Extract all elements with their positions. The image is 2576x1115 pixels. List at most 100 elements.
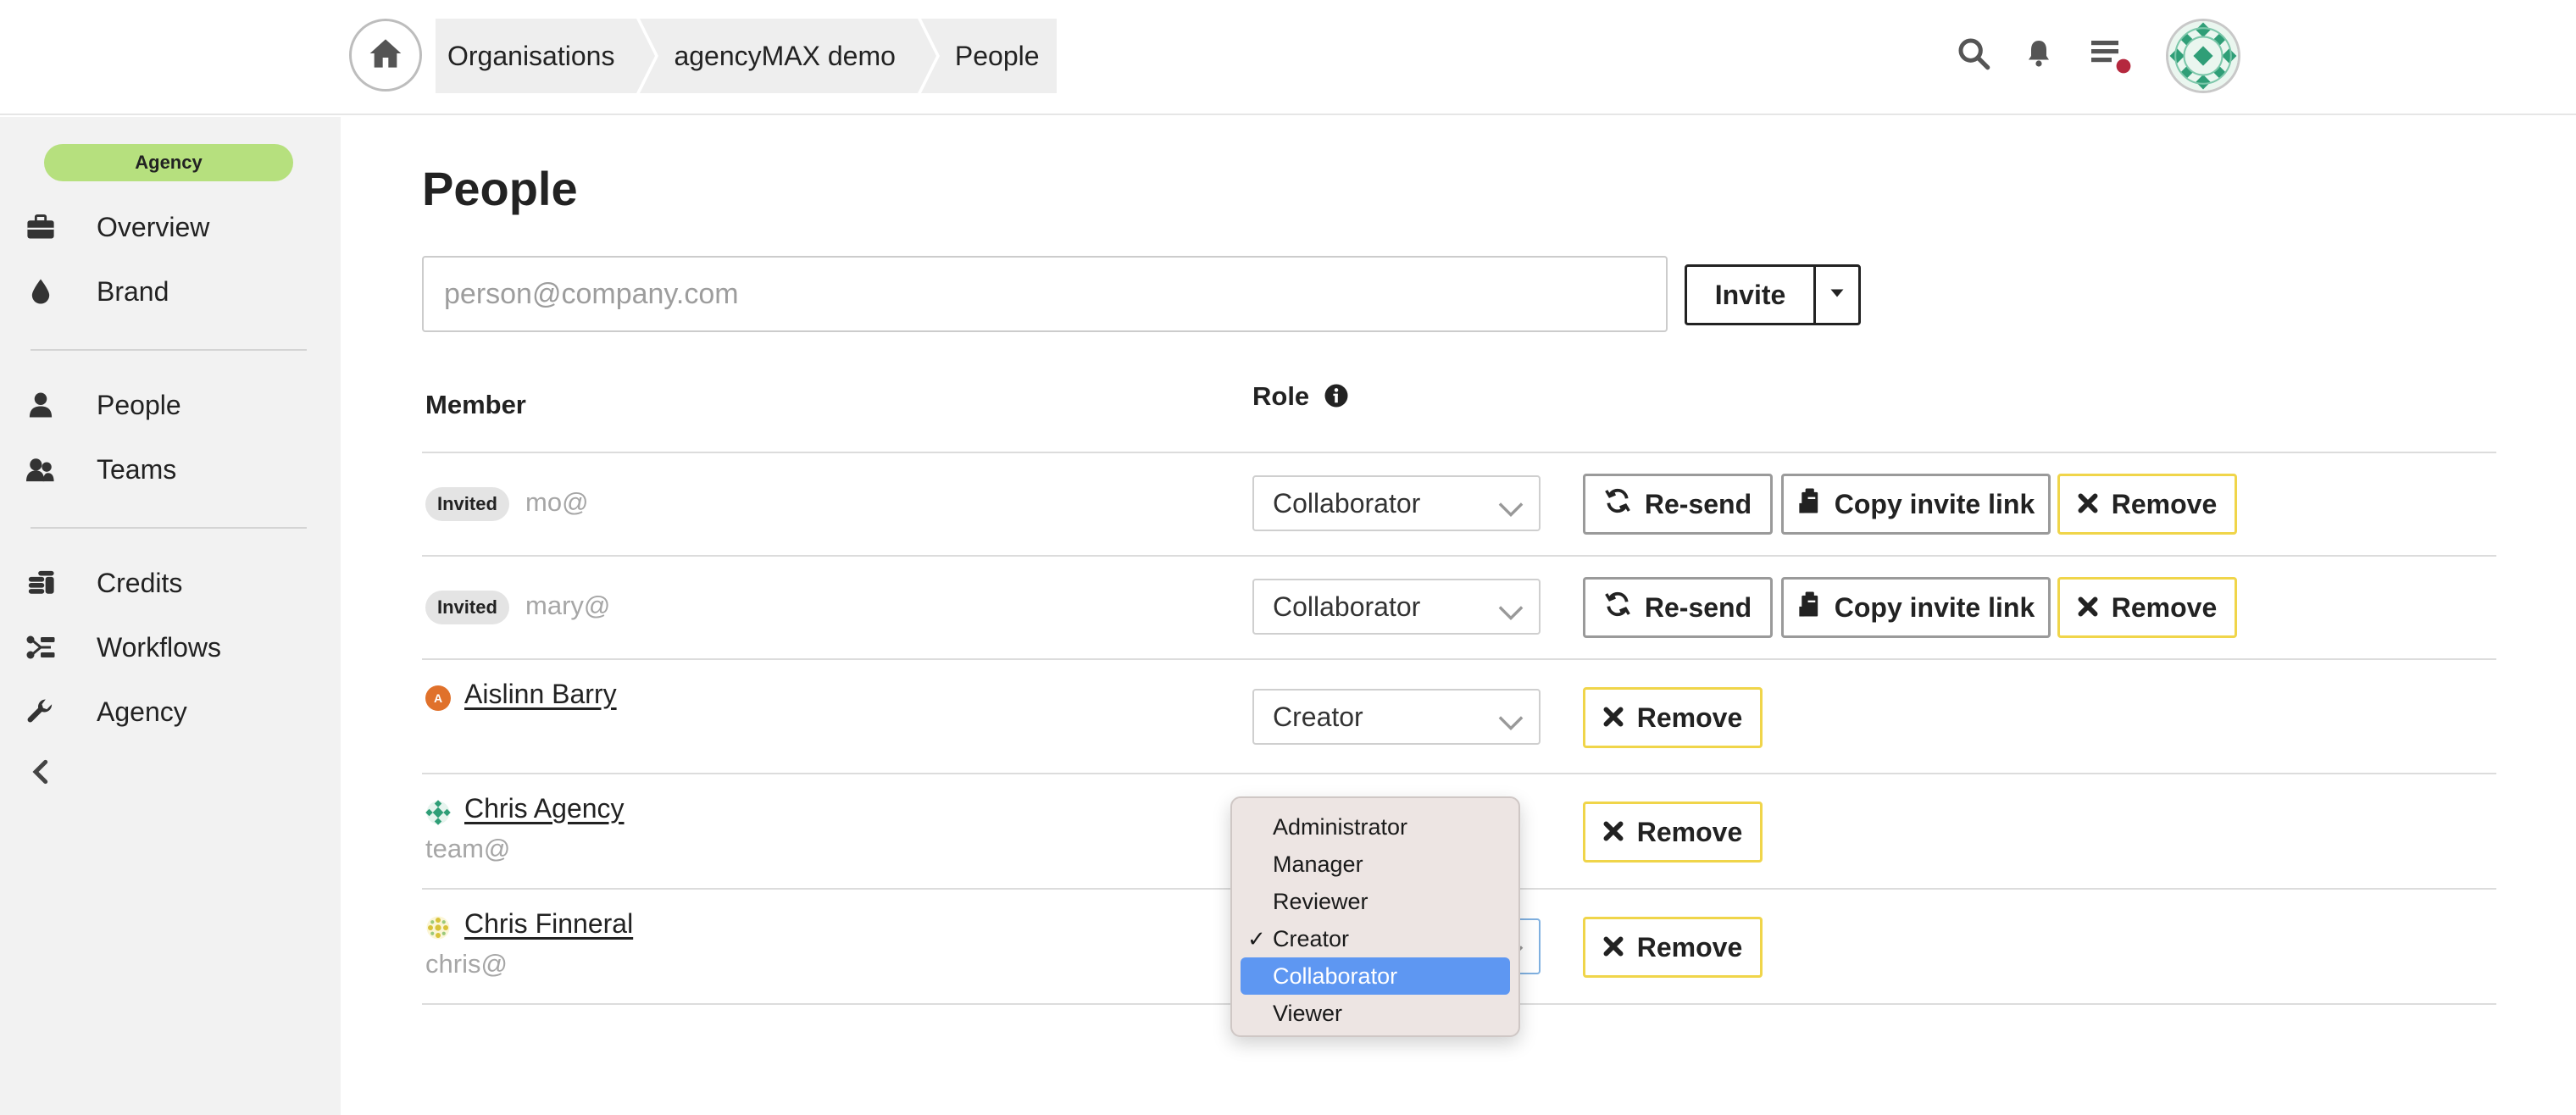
sidebar-item-label: Credits [97, 567, 183, 598]
column-header-member: Member [425, 390, 526, 419]
role-option-label: Reviewer [1273, 888, 1368, 914]
agency-badge: Agency [44, 144, 293, 181]
briefcase-icon [24, 210, 58, 244]
role-select[interactable]: Creator [1252, 689, 1541, 745]
remove-button[interactable]: Remove [2057, 577, 2237, 638]
copy-invite-link-label: Copy invite link [1834, 591, 2035, 623]
role-option-creator[interactable]: ✓ Creator [1241, 920, 1510, 957]
remove-button[interactable]: Remove [1583, 917, 1763, 978]
search-icon[interactable] [1954, 34, 1993, 73]
breadcrumb-label: Organisations [447, 40, 615, 71]
copy-invite-link-button[interactable]: Copy invite link [1781, 474, 2051, 535]
page-title: People [422, 162, 578, 215]
clipboard-icon [1797, 591, 1821, 624]
sidebar-item-brand[interactable]: Brand [0, 266, 341, 317]
role-select[interactable]: Collaborator [1252, 475, 1541, 531]
top-bar: Organisations agencyMAX demo People [0, 0, 2576, 115]
sidebar-item-overview[interactable]: Overview [0, 202, 341, 252]
breadcrumb-label: agencyMAX demo [674, 40, 896, 71]
role-select-value: Collaborator [1273, 591, 1421, 622]
home-button[interactable] [349, 19, 422, 92]
sidebar-item-label: Agency [97, 696, 187, 727]
member-email: chris@ [425, 949, 508, 979]
task-list-icon[interactable] [2088, 34, 2135, 76]
remove-label: Remove [1636, 816, 1743, 847]
user-avatar[interactable] [2166, 19, 2240, 93]
close-icon [2078, 592, 2098, 624]
remove-label: Remove [1636, 931, 1743, 962]
drop-icon [24, 275, 58, 308]
refresh-icon [1604, 591, 1631, 624]
resend-button[interactable]: Re-send [1583, 577, 1773, 638]
invite-email-input[interactable] [422, 256, 1668, 332]
info-icon[interactable] [1324, 383, 1349, 408]
role-option-collaborator[interactable]: Collaborator [1241, 957, 1510, 995]
sidebar-item-agency[interactable]: Agency [0, 686, 341, 737]
caret-down-icon [1829, 287, 1845, 302]
member-name-link[interactable]: Chris Finneral [464, 908, 633, 940]
sidebar-divider [31, 527, 307, 529]
member-email: mary@ [525, 591, 611, 620]
member-name-link[interactable]: Chris Agency [464, 793, 625, 824]
person-icon [24, 388, 58, 422]
column-header-role: Role [1252, 381, 1310, 411]
role-option-label: Creator [1273, 925, 1350, 951]
copy-invite-link-button[interactable]: Copy invite link [1781, 577, 2051, 638]
invite-button[interactable]: Invite [1687, 267, 1816, 323]
breadcrumb-people[interactable]: People [920, 19, 1057, 93]
bell-icon[interactable] [2022, 34, 2056, 73]
role-option-administrator[interactable]: Administrator [1241, 808, 1510, 846]
sidebar-item-teams[interactable]: Teams [0, 444, 341, 495]
sidebar-item-label: Workflows [97, 631, 221, 663]
breadcrumb-agency[interactable]: agencyMAX demo [640, 19, 941, 93]
sidebar-item-credits[interactable]: Credits [0, 558, 341, 608]
role-option-label: Collaborator [1273, 962, 1398, 989]
role-option-label: Administrator [1273, 813, 1408, 840]
workflow-icon [24, 630, 58, 664]
checkmark-icon: ✓ [1247, 925, 1266, 951]
role-option-viewer[interactable]: Viewer [1241, 995, 1510, 1032]
sidebar-item-label: Teams [97, 453, 177, 485]
member-email: mo@ [525, 487, 589, 517]
table-row: Invited mary@ Collaborator Re-send Copy … [422, 557, 2496, 658]
close-icon [1603, 817, 1624, 848]
remove-button[interactable]: Remove [1583, 687, 1763, 748]
sidebar-item-people[interactable]: People [0, 380, 341, 430]
close-icon [1603, 702, 1624, 734]
avatar [425, 915, 451, 940]
role-option-manager[interactable]: Manager [1241, 846, 1510, 883]
chevron-down-icon [1498, 597, 1524, 629]
remove-label: Remove [2111, 488, 2218, 519]
remove-button[interactable]: Remove [1583, 802, 1763, 863]
copy-invite-link-label: Copy invite link [1834, 488, 2035, 519]
home-icon [369, 37, 402, 74]
role-option-label: Manager [1273, 851, 1363, 877]
avatar [425, 800, 451, 825]
sidebar-item-workflows[interactable]: Workflows [0, 622, 341, 673]
coins-icon [24, 566, 58, 600]
team-icon [24, 452, 58, 486]
resend-label: Re-send [1644, 488, 1752, 519]
member-email: team@ [425, 834, 511, 863]
role-dropdown-menu: Administrator Manager Reviewer ✓ Creator … [1230, 796, 1520, 1037]
member-name-link[interactable]: Aislinn Barry [464, 679, 617, 710]
sidebar: Agency Overview Brand People Teams Credi… [0, 117, 341, 1115]
remove-label: Remove [2111, 591, 2218, 623]
invited-badge: Invited [425, 487, 509, 521]
role-option-label: Viewer [1273, 1000, 1343, 1026]
table-row: Invited mo@ Collaborator Re-send Copy in… [422, 453, 2496, 555]
resend-button[interactable]: Re-send [1583, 474, 1773, 535]
role-select[interactable]: Collaborator [1252, 579, 1541, 635]
role-option-reviewer[interactable]: Reviewer [1241, 883, 1510, 920]
sidebar-item-label: Overview [97, 211, 210, 242]
remove-label: Remove [1636, 702, 1743, 733]
breadcrumb-organisations[interactable]: Organisations [436, 19, 659, 93]
close-icon [2078, 489, 2098, 520]
close-icon [1603, 932, 1624, 963]
table-row: A Aislinn Barry Creator Remove [422, 660, 2496, 773]
remove-button[interactable]: Remove [2057, 474, 2237, 535]
refresh-icon [1604, 487, 1631, 521]
resend-label: Re-send [1644, 591, 1752, 623]
chevron-left-icon[interactable] [25, 757, 54, 786]
invite-options-button[interactable] [1816, 267, 1858, 323]
